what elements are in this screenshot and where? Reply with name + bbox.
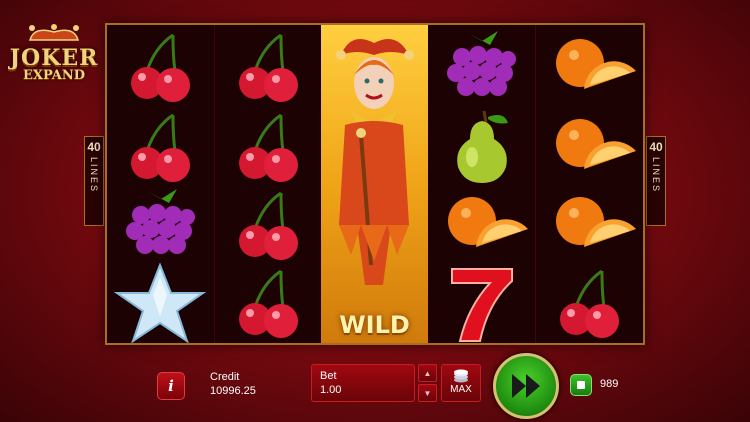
pear-icon: [457, 110, 508, 183]
logo-title: JOKER: [9, 45, 99, 71]
control-bar: i Credit 10996.25 Bet 1.00 ▲ ▼ MAX 989: [0, 350, 750, 422]
max-label: MAX: [450, 384, 472, 395]
bet-decrease-button[interactable]: ▼: [418, 384, 437, 402]
reel-1: [107, 25, 214, 343]
autoplay-button[interactable]: [570, 374, 592, 396]
lines-count: 40: [87, 140, 101, 154]
autoplay-count: 989: [600, 378, 619, 390]
reel-grid: WILD: [105, 23, 645, 345]
grapes-icon: [126, 189, 195, 254]
joker-icon: [336, 39, 414, 285]
cherry-icon: [239, 33, 298, 102]
logo-subtitle: EXPAND: [22, 68, 86, 83]
info-button[interactable]: i: [157, 372, 185, 400]
lines-badge-left: 40 LINES: [84, 136, 104, 226]
reel-5: [535, 25, 643, 343]
max-bet-button[interactable]: MAX: [441, 364, 481, 402]
chevron-down-icon: ▼: [423, 389, 432, 398]
coins-icon: [454, 369, 468, 383]
reel-2: [214, 25, 322, 343]
credit-display: Credit 10996.25: [210, 370, 256, 398]
wild-label: WILD: [339, 311, 410, 339]
wild-joker-reel: WILD: [321, 25, 428, 343]
orange-icon: [556, 39, 636, 89]
lines-label: LINES: [89, 157, 99, 194]
stop-icon: [577, 381, 585, 389]
bet-display: Bet 1.00: [311, 364, 415, 402]
lines-label: LINES: [651, 157, 661, 194]
cherry-icon: [560, 269, 619, 338]
spin-button[interactable]: [493, 353, 559, 419]
jester-hat-icon: [29, 24, 79, 41]
orange-icon: [448, 197, 528, 247]
orange-icon: [556, 197, 636, 247]
cherry-icon: [131, 113, 190, 182]
credit-value: 10996.25: [210, 385, 256, 397]
star-icon: [113, 263, 207, 343]
credit-label: Credit: [210, 371, 240, 383]
cherry-icon: [239, 269, 298, 338]
chevron-up-icon: ▲: [423, 369, 432, 378]
seven-icon: [451, 268, 513, 342]
reel-4: [428, 25, 535, 343]
orange-icon: [556, 119, 636, 169]
grapes-icon: [447, 31, 516, 96]
bet-value: 1.00: [320, 384, 342, 396]
game-logo: JOKER EXPAND: [8, 24, 100, 86]
lines-count: 40: [649, 140, 663, 154]
bet-increase-button[interactable]: ▲: [418, 364, 437, 382]
fast-forward-icon: [512, 374, 540, 398]
cherry-icon: [239, 191, 298, 260]
cherry-icon: [239, 113, 298, 182]
lines-badge-right: 40 LINES: [646, 136, 666, 226]
cherry-icon: [131, 33, 190, 102]
bet-label: Bet: [320, 370, 337, 382]
